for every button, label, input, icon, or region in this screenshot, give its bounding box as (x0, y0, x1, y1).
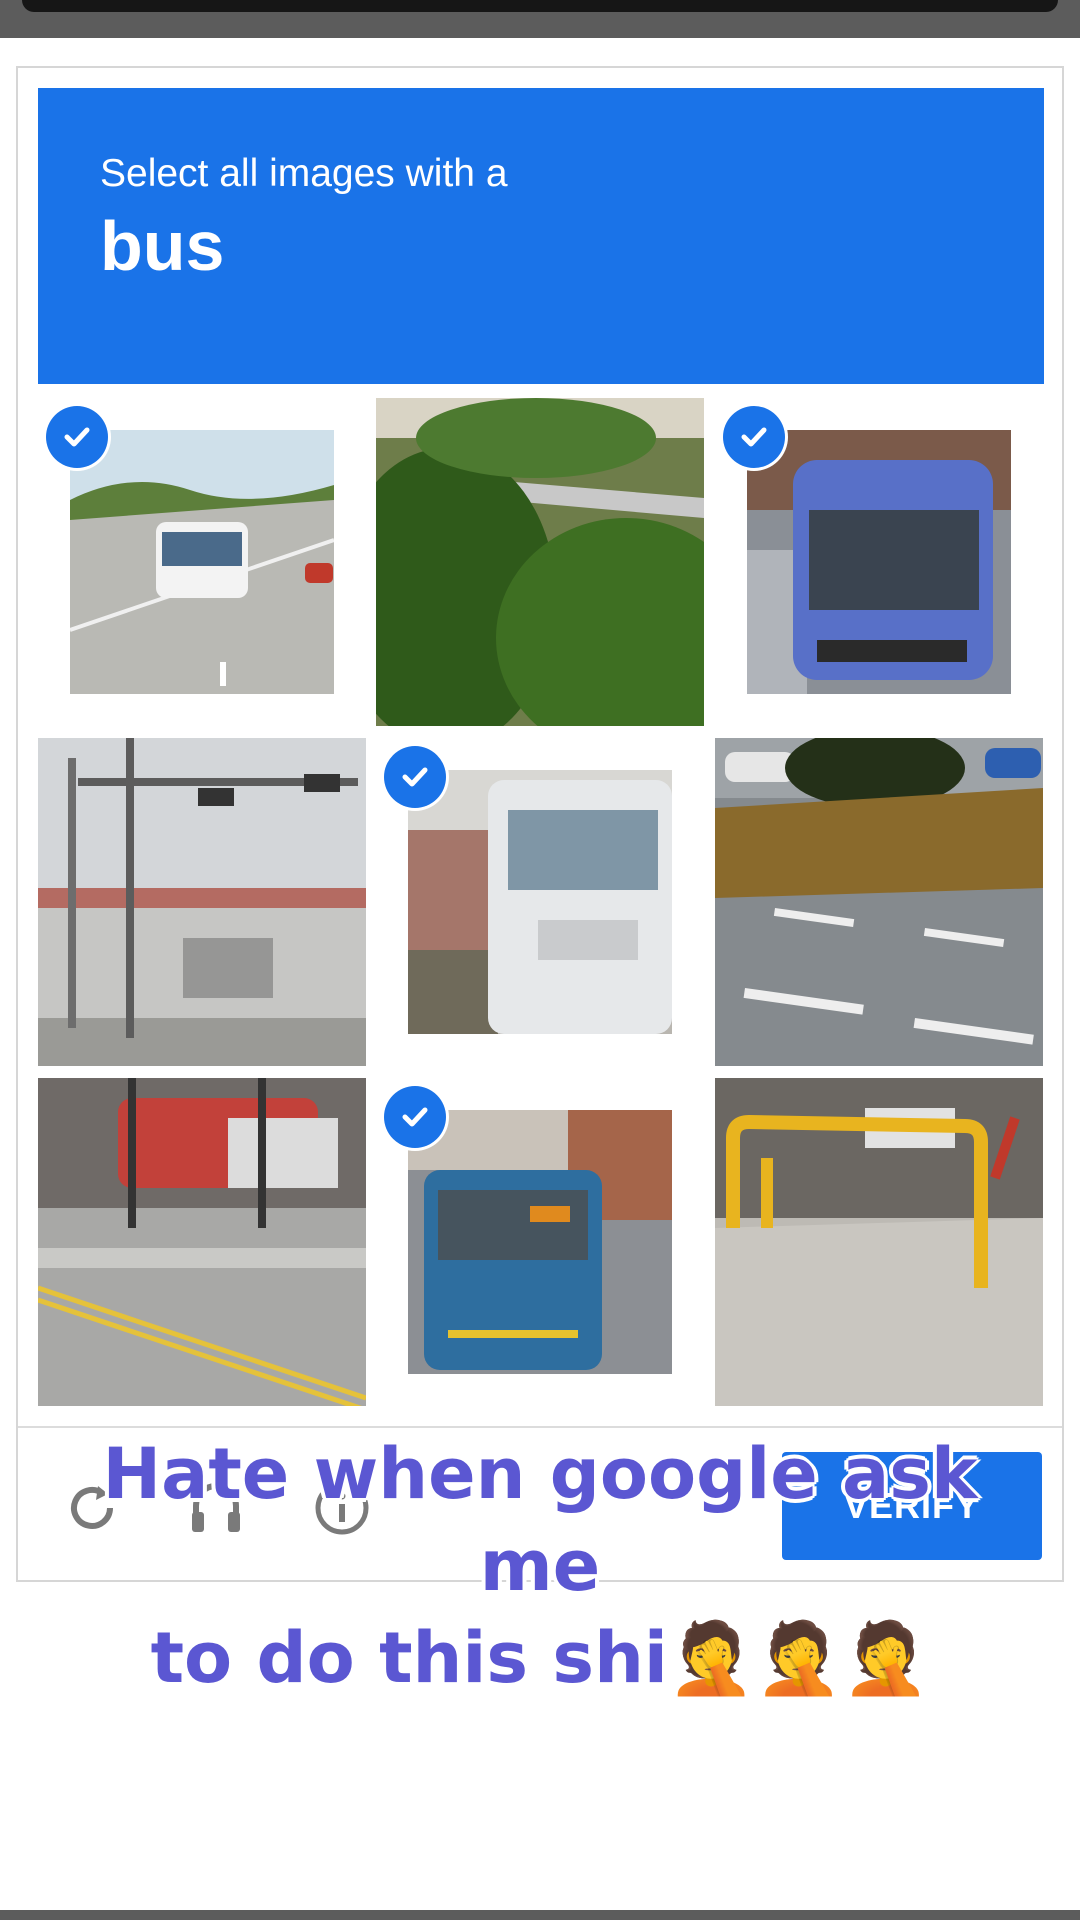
captcha-tile-6[interactable] (715, 738, 1043, 1066)
captcha-widget: Select all images with a bus VERIFY (16, 66, 1064, 1582)
tile-image (715, 738, 1043, 1066)
captcha-instruction: Select all images with a (100, 152, 508, 195)
captcha-header: Select all images with a bus (38, 88, 1044, 384)
selected-check-icon (384, 1086, 446, 1148)
captcha-tile-9[interactable] (715, 1078, 1043, 1406)
facepalm-emoji: 🤦🤦🤦 (667, 1617, 930, 1699)
captcha-tile-3[interactable] (715, 398, 1043, 726)
selected-check-icon (46, 406, 108, 468)
tile-image (408, 770, 672, 1034)
caption-line-2-text: to do this shi (150, 1617, 668, 1699)
tile-image (38, 1078, 366, 1406)
top-frame (0, 0, 1080, 38)
caption-line-2: to do this shi🤦🤦🤦 (40, 1612, 1040, 1704)
captcha-tile-4[interactable] (38, 738, 366, 1066)
tile-image (70, 430, 334, 694)
tile-image (38, 738, 366, 1066)
tile-image (376, 398, 704, 726)
captcha-tile-2[interactable] (376, 398, 704, 726)
captcha-tile-5[interactable] (376, 738, 704, 1066)
meme-caption: Hate when google ask me to do this shi🤦🤦… (40, 1428, 1040, 1704)
tile-image (715, 1078, 1043, 1406)
selected-check-icon (723, 406, 785, 468)
top-bar (22, 0, 1058, 12)
captcha-tile-8[interactable] (376, 1078, 704, 1406)
bottom-frame (0, 1910, 1080, 1920)
tile-image (408, 1110, 672, 1374)
captcha-tile-7[interactable] (38, 1078, 366, 1406)
captcha-tile-1[interactable] (38, 398, 366, 726)
selected-check-icon (384, 746, 446, 808)
tile-image (747, 430, 1011, 694)
caption-line-1: Hate when google ask me (102, 1433, 978, 1607)
captcha-target: bus (100, 207, 225, 285)
